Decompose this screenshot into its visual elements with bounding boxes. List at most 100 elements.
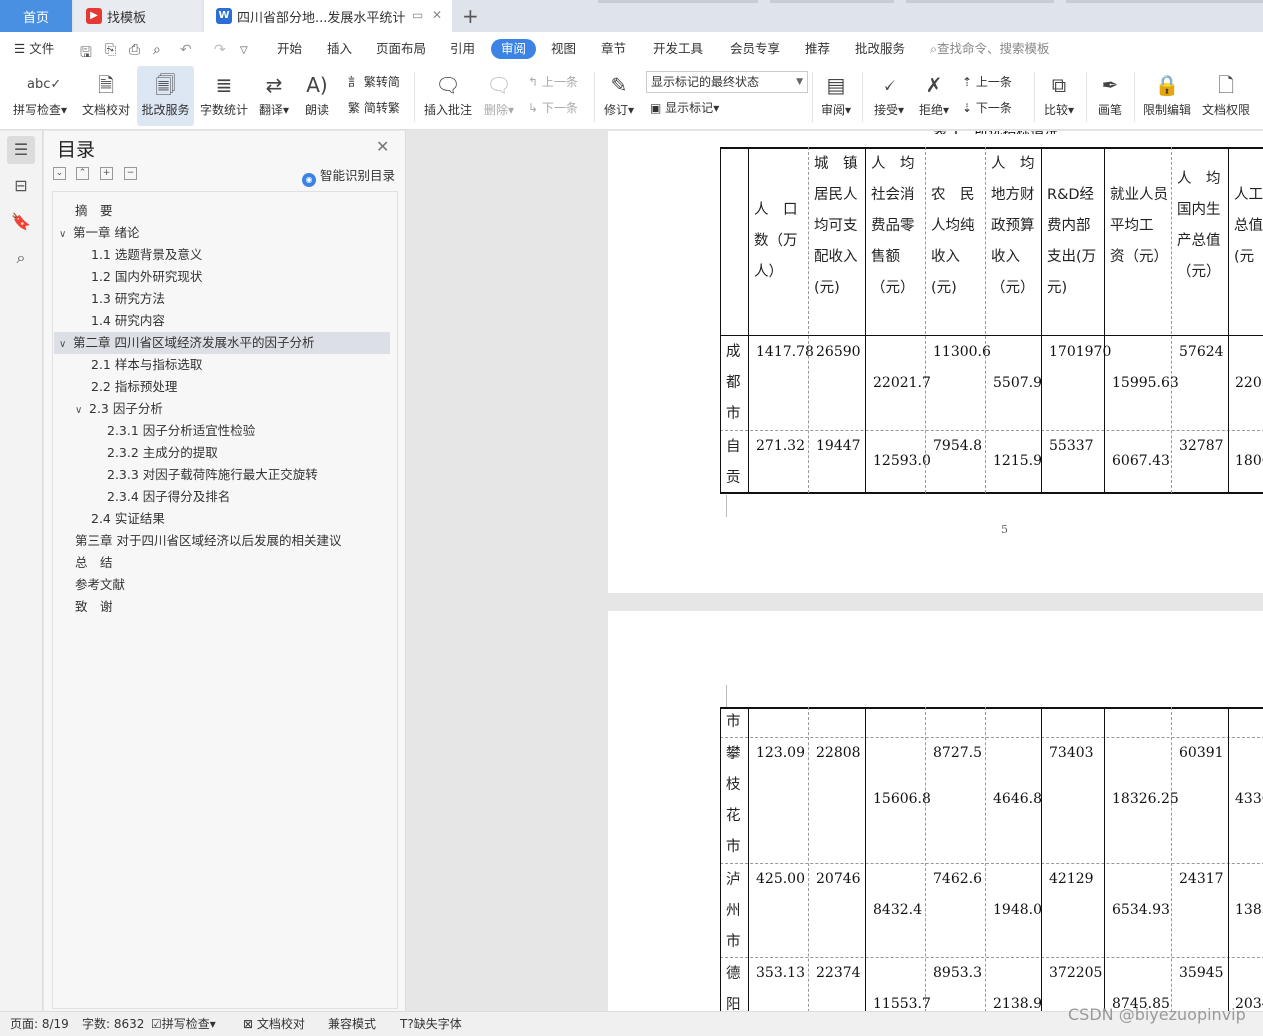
prev-comment-button[interactable]: ↰ 上一条 [528,72,578,92]
chevron-down-icon[interactable]: ∨ [75,400,89,422]
tab-home[interactable]: 首页 [0,0,72,32]
menu-layout[interactable]: 页面布局 [376,32,426,66]
menu-recommend[interactable]: 推荐 [805,32,830,66]
toc-item[interactable]: 2.3.4 因子得分及排名 [107,486,230,508]
toc-item[interactable]: 第三章 对于四川省区域经济以后发展的相关建议 [75,530,341,552]
col-rule [985,147,986,493]
doc-permission-button[interactable]: 🗋 文档权限 [1199,66,1253,126]
undo-icon[interactable]: ↶ [180,42,192,58]
toc-item[interactable]: 1.4 研究内容 [91,310,165,332]
expand-up-icon[interactable]: ⌃ [76,167,89,180]
menu-start[interactable]: 开始 [277,32,302,66]
document-page[interactable]: 表 1 所选指标情况 人 口数（万人） 城 镇居民人均可支配收入(元) 人 均社… [608,131,1263,593]
show-markup-button[interactable]: ▣ 显示标记▾ [650,98,719,118]
toc-item-selected[interactable]: ∨ 第二章 四川省区域经济发展水平的因子分析 [54,332,390,354]
read-aloud-icon: A) [306,73,328,97]
doc-proof-button[interactable]: 🗎 文档校对 [78,66,134,126]
file-menu[interactable]: ☰ 文件 [14,32,54,66]
toc-item[interactable]: 1.3 研究方法 [91,288,165,310]
translate-button[interactable]: ⇄ 翻译▾ [256,66,292,126]
table-cell: 15995.63 [1112,375,1179,391]
page-indicator[interactable]: 页面: 8/19 [10,1012,69,1036]
insert-comment-label: 插入批注 [423,103,472,117]
toc-item[interactable]: 参考文献 [75,574,125,596]
pen-button[interactable]: ✒ 画笔 [1094,66,1126,126]
new-tab-button[interactable]: + [462,4,479,28]
reject-button[interactable]: ✗ 拒绝▾ [916,66,952,126]
collapse-all-icon[interactable]: ⌄ [53,167,66,180]
print-icon[interactable]: ⎙ [129,42,140,58]
pin-icon[interactable]: ▭ [412,8,423,22]
search-icon[interactable]: ⌕ [7,244,35,272]
toc-item[interactable]: 致 谢 [75,596,113,618]
menu-references[interactable]: 引用 [450,32,475,66]
review-pane-button[interactable]: ▤ 审阅▾ [816,66,856,126]
bookmark-icon[interactable]: 🔖 [7,208,35,236]
menu-insert[interactable]: 插入 [327,32,352,66]
export-icon[interactable]: ⎘ [105,42,116,58]
chapter-nav-icon[interactable]: ⊟ [7,172,35,200]
smart-toc-button[interactable]: ◉ 智能识别目录 [302,165,395,187]
row-rule [720,737,1263,738]
menu-chapter-label: 章节 [601,41,627,56]
customize-icon[interactable]: ▽ [240,45,248,56]
track-changes-button[interactable]: ✎ 修订▾ [600,66,638,126]
menu-review-label: 审阅 [501,41,527,56]
document-canvas[interactable]: 表 1 所选指标情况 人 口数（万人） 城 镇居民人均可支配收入(元) 人 均社… [407,131,1263,1011]
markup-state-select[interactable]: 显示标记的最终状态 ▼ [646,71,808,93]
word-count-button[interactable]: ≣ 字数统计 [197,66,251,126]
word-count-indicator[interactable]: 字数: 8632 [82,1012,144,1036]
menu-view[interactable]: 视图 [551,32,576,66]
toc-item[interactable]: 2.4 实证结果 [91,508,165,530]
review-service-button[interactable]: 🗐 批改服务 [137,66,194,126]
menu-member[interactable]: 会员专享 [730,32,780,66]
spellcheck-button[interactable]: abc✓ 拼写检查▾ [8,66,72,126]
toc-item[interactable]: 2.2 指标预处理 [91,376,177,398]
preview-icon[interactable]: ⌕ [153,42,161,58]
table-cell: 4330 [1235,791,1263,807]
doc-proof-status[interactable]: ⊠ 文档校对 [243,1012,305,1036]
toc-icon[interactable]: ☰ [7,136,35,164]
command-search-input[interactable]: ⌕查找命令、搜索模板 [930,32,1050,66]
add-heading-icon[interactable]: + [100,167,113,180]
toc-item[interactable]: 2.3.2 主成分的提取 [107,442,218,464]
insert-comment-button[interactable]: 🗨 插入批注 [422,66,474,126]
close-icon[interactable]: ✕ [376,137,389,156]
chevron-down-icon[interactable]: ∨ [59,334,73,356]
close-tab-icon[interactable]: ✕ [432,8,442,22]
restrict-edit-button[interactable]: 🔒 限制编辑 [1140,66,1194,126]
chevron-down-icon[interactable]: ∨ [59,224,73,246]
compare-button[interactable]: ⧉ 比较▾ [1040,66,1078,126]
toc-item[interactable]: 2.3.1 因子分析适宜性检验 [107,420,255,442]
prev-change-button[interactable]: ⇡ 上一条 [962,72,1012,92]
save-icon[interactable]: 🖫 [80,42,92,66]
delete-comment-button[interactable]: 🗨 删除▾ [480,66,518,126]
toc-item-label: 第三章 对于四川省区域经济以后发展的相关建议 [75,533,342,548]
toc-item[interactable]: 摘 要 [75,200,113,222]
read-aloud-button[interactable]: A) 朗读 [300,66,334,126]
toc-item[interactable]: 1.1 选题背景及意义 [91,244,202,266]
redo-icon[interactable]: ↷ [214,42,226,58]
toc-item[interactable]: 1.2 国内外研究现状 [91,266,202,288]
trad-to-simp-button[interactable]: 訁 繁转简 [348,72,400,92]
menu-review[interactable]: 审阅 [491,39,537,59]
menu-devtools[interactable]: 开发工具 [653,32,703,66]
tab-document[interactable]: W 四川省部分地...发展水平统计 ▭ ✕ [204,0,452,32]
menu-review-service[interactable]: 批改服务 [855,32,905,66]
spellcheck-status[interactable]: ☑拼写检查▾ [151,1012,216,1036]
missing-font-status[interactable]: T?缺失字体 [400,1012,462,1036]
accept-button[interactable]: 🗸 接受▾ [870,66,908,126]
toc-item[interactable]: ∨ 2.3 因子分析 [75,398,163,420]
menu-chapter[interactable]: 章节 [601,32,626,66]
simp-to-trad-button[interactable]: 繁 简转繁 [348,98,400,118]
next-comment-label: 下一条 [541,101,578,115]
next-change-button[interactable]: ⇣ 下一条 [962,98,1012,118]
toc-item[interactable]: ∨ 第一章 绪论 [59,222,139,244]
toc-item[interactable]: 2.3.3 对因子载荷阵施行最大正交旋转 [107,464,318,486]
tab-template[interactable]: ▶ 找模板 [74,0,202,32]
toc-item[interactable]: 总 结 [75,552,113,574]
toc-item[interactable]: 2.1 样本与指标选取 [91,354,202,376]
remove-heading-icon[interactable]: − [124,167,137,180]
next-comment-button[interactable]: ↳ 下一条 [528,98,578,118]
document-page[interactable]: 市 攀枝花市 123.09 22808 15606.8 8727.5 4646.… [608,611,1263,1011]
